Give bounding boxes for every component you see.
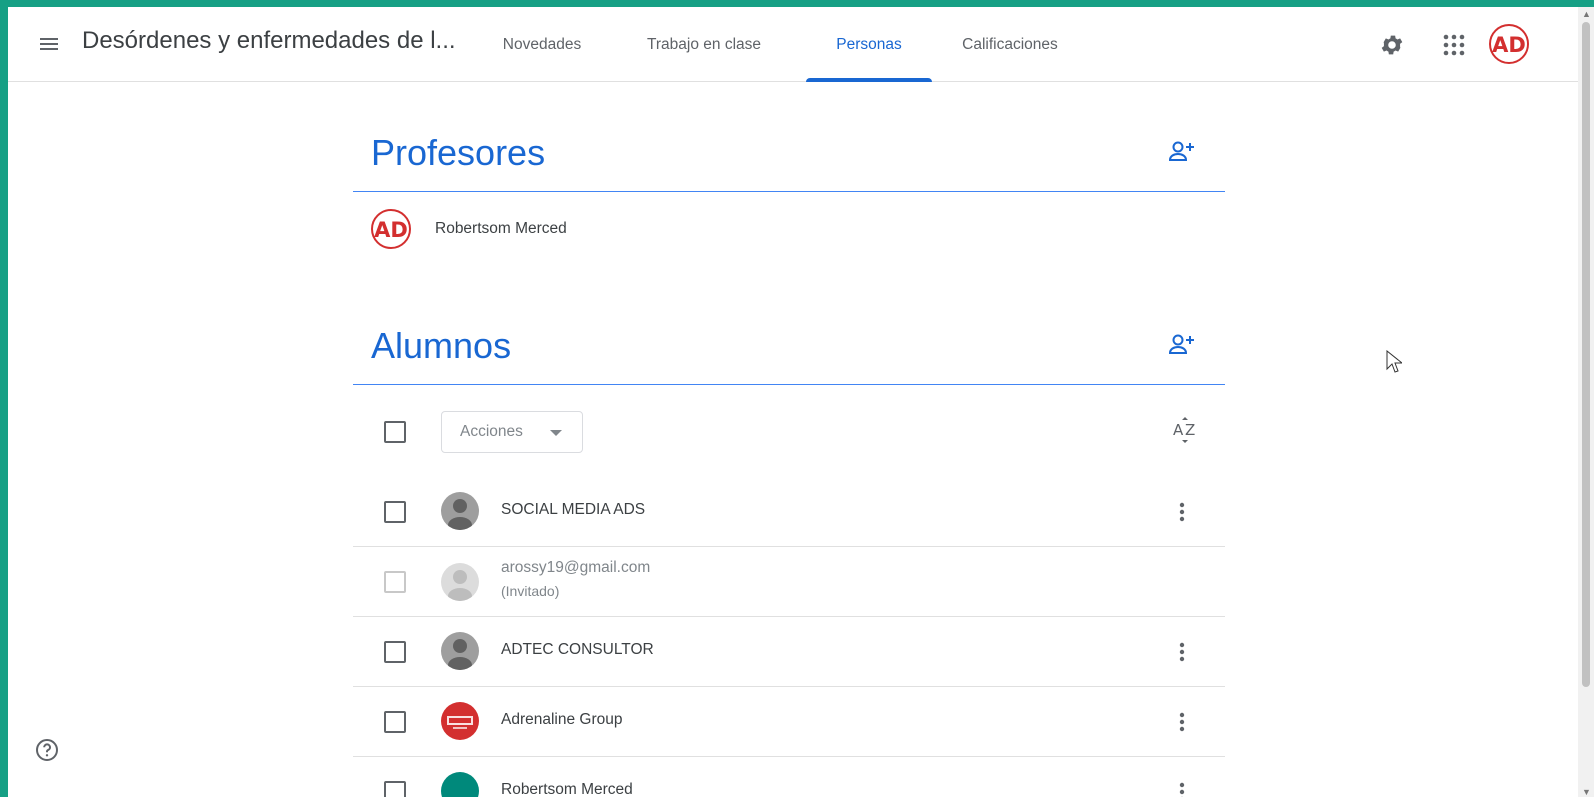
student-row-invited[interactable]: arossy19@gmail.com (Invitado) bbox=[353, 547, 1225, 617]
settings-gear-icon[interactable] bbox=[1374, 27, 1410, 63]
teacher-avatar: AD bbox=[371, 209, 411, 249]
ad-logo-icon: AD bbox=[371, 209, 411, 249]
tab-personas[interactable]: Personas bbox=[806, 7, 932, 82]
svg-text:AD: AD bbox=[374, 218, 408, 242]
tab-trabajo-en-clase[interactable]: Trabajo en clase bbox=[628, 7, 780, 82]
student-name: ADTEC CONSULTOR bbox=[501, 641, 654, 658]
select-all-checkbox[interactable] bbox=[384, 421, 406, 443]
student-row[interactable]: SOCIAL MEDIA ADS bbox=[353, 477, 1225, 547]
classroom-window: Desórdenes y enfermedades de l... Noveda… bbox=[8, 7, 1594, 797]
svg-text:Z: Z bbox=[1185, 421, 1195, 439]
invited-status: (Invitado) bbox=[501, 583, 560, 599]
add-person-icon bbox=[1168, 334, 1194, 354]
actions-label: Acciones bbox=[460, 423, 523, 440]
default-person-avatar-icon bbox=[441, 563, 479, 601]
student-row[interactable]: Robertsom Merced bbox=[353, 757, 1225, 797]
invite-teacher-button[interactable] bbox=[1167, 136, 1197, 166]
add-person-icon bbox=[1168, 141, 1194, 161]
tab-label: Calificaciones bbox=[962, 35, 1058, 53]
hamburger-menu-icon[interactable] bbox=[30, 29, 68, 59]
default-person-avatar-icon bbox=[441, 492, 479, 530]
student-name: Robertsom Merced bbox=[501, 781, 633, 797]
students-title: Alumnos bbox=[371, 325, 512, 366]
mouse-cursor-icon bbox=[1386, 349, 1404, 379]
teachers-title: Profesores bbox=[371, 132, 546, 173]
student-row[interactable]: ADTEC CONSULTOR bbox=[353, 617, 1225, 687]
default-person-avatar-icon bbox=[441, 632, 479, 670]
brand-logo-avatar-icon bbox=[441, 702, 479, 740]
tab-novedades[interactable]: Novedades bbox=[488, 7, 596, 82]
student-row[interactable]: Adrenaline Group bbox=[353, 687, 1225, 757]
course-title[interactable]: Desórdenes y enfermedades de l... bbox=[82, 27, 456, 55]
invited-email: arossy19@gmail.com bbox=[501, 559, 651, 576]
tab-calificaciones[interactable]: Calificaciones bbox=[946, 7, 1074, 82]
teachers-section-header: Profesores bbox=[353, 112, 1225, 192]
sort-az-icon: A Z bbox=[1173, 417, 1195, 443]
more-options-icon[interactable] bbox=[1167, 777, 1197, 797]
svg-text:A: A bbox=[1173, 421, 1184, 439]
student-name: Adrenaline Group bbox=[501, 711, 623, 728]
student-checkbox[interactable] bbox=[384, 781, 406, 797]
tab-label: Personas bbox=[836, 35, 902, 53]
invite-student-button[interactable] bbox=[1167, 329, 1197, 359]
more-options-icon[interactable] bbox=[1167, 497, 1197, 527]
more-options-icon[interactable] bbox=[1167, 707, 1197, 737]
student-checkbox[interactable] bbox=[384, 711, 406, 733]
help-icon[interactable] bbox=[34, 737, 60, 763]
teal-avatar-icon bbox=[441, 772, 479, 797]
scroll-up-arrow-icon[interactable]: ▲ bbox=[1582, 9, 1591, 19]
teacher-name: Robertsom Merced bbox=[435, 220, 567, 237]
student-checkbox[interactable] bbox=[384, 641, 406, 663]
sort-az-button[interactable]: A Z bbox=[1170, 415, 1200, 445]
actions-dropdown[interactable]: Acciones bbox=[441, 411, 583, 453]
svg-text:AD: AD bbox=[1492, 33, 1526, 57]
account-avatar[interactable]: AD bbox=[1488, 23, 1530, 65]
scroll-thumb[interactable] bbox=[1582, 22, 1590, 687]
teacher-row[interactable]: AD Robertsom Merced bbox=[353, 205, 1225, 255]
vertical-scrollbar[interactable]: ▲ ▼ bbox=[1578, 7, 1594, 797]
students-section-header: Alumnos bbox=[353, 305, 1225, 385]
chevron-down-icon bbox=[550, 430, 562, 436]
scroll-down-arrow-icon[interactable]: ▼ bbox=[1582, 787, 1591, 797]
tab-label: Novedades bbox=[502, 35, 582, 53]
ad-logo-icon: AD bbox=[1489, 24, 1529, 64]
tab-label: Trabajo en clase bbox=[646, 35, 762, 53]
student-checkbox bbox=[384, 571, 406, 593]
student-name: SOCIAL MEDIA ADS bbox=[501, 501, 646, 518]
apps-grid-icon[interactable] bbox=[1436, 27, 1472, 63]
student-checkbox[interactable] bbox=[384, 501, 406, 523]
more-options-icon[interactable] bbox=[1167, 637, 1197, 667]
top-app-bar: Desórdenes y enfermedades de l... Noveda… bbox=[8, 7, 1578, 82]
